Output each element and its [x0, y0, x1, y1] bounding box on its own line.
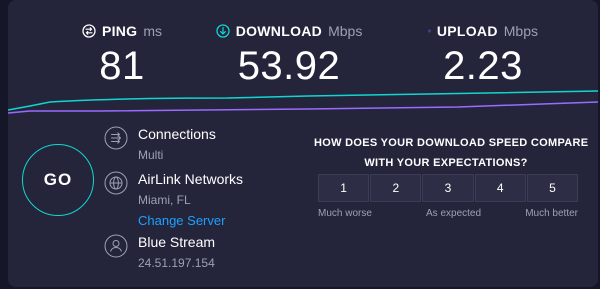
- rating-button-4[interactable]: 4: [474, 174, 526, 202]
- rating-button-2[interactable]: 2: [370, 174, 422, 202]
- ping-icon: [82, 24, 96, 38]
- rating-scale: 1 2 3 4 5: [318, 174, 579, 202]
- upload-metric: UPLOAD Mbps 2.23: [428, 22, 538, 88]
- download-unit: Mbps: [328, 23, 363, 39]
- rating-label-mid: As expected: [426, 208, 482, 219]
- download-arrow-icon: [216, 24, 230, 38]
- go-button-label: GO: [43, 170, 73, 189]
- provider-name: Blue Stream: [138, 234, 216, 250]
- upload-unit: Mbps: [503, 23, 538, 39]
- survey-question-line1: HOW DOES YOUR DOWNLOAD SPEED COMPARE: [314, 137, 589, 149]
- upload-graph-line: [8, 101, 598, 114]
- ping-label: PING: [101, 23, 138, 39]
- download-graph-line: [8, 90, 598, 111]
- survey-question: HOW DOES YOUR DOWNLOAD SPEED COMPARE WIT…: [314, 133, 589, 173]
- rating-button-3[interactable]: 3: [422, 174, 474, 202]
- speedtest-window: PING ms 81 DOWNLOAD Mbps 53.92 UPLOAD Mb…: [0, 0, 600, 289]
- results-panel: PING ms 81 DOWNLOAD Mbps 53.92 UPLOAD Mb…: [8, 0, 598, 287]
- download-header: DOWNLOAD Mbps: [209, 22, 369, 40]
- ping-unit: ms: [143, 23, 163, 39]
- change-server-link[interactable]: Change Server: [138, 213, 225, 228]
- download-metric: DOWNLOAD Mbps 53.92: [209, 22, 369, 88]
- globe-icon: [104, 171, 128, 195]
- upload-header: UPLOAD Mbps: [428, 22, 538, 40]
- download-label: DOWNLOAD: [235, 23, 323, 39]
- server-name: AirLink Networks: [138, 171, 244, 187]
- connections-icon: [104, 126, 128, 150]
- ping-header: PING ms: [72, 22, 172, 40]
- go-button[interactable]: GO: [22, 144, 94, 216]
- provider-ip: 24.51.197.154: [138, 256, 215, 270]
- rating-button-1[interactable]: 1: [318, 174, 370, 202]
- upload-arrow-icon: [428, 29, 431, 33]
- survey-question-line2: WITH YOUR EXPECTATIONS?: [364, 157, 528, 169]
- rating-button-5[interactable]: 5: [526, 174, 579, 202]
- provider-info: Blue Stream 24.51.197.154: [104, 234, 294, 274]
- server-location: Miami, FL: [138, 193, 191, 207]
- connections-info: Connections Multi: [104, 126, 294, 166]
- server-info: AirLink Networks Miami, FL Change Server: [104, 171, 294, 228]
- rating-label-high: Much better: [525, 208, 578, 219]
- user-icon: [104, 234, 128, 258]
- rating-label-low: Much worse: [318, 208, 372, 219]
- ping-metric: PING ms 81: [72, 22, 172, 88]
- connections-value: Multi: [138, 148, 164, 162]
- connections-title: Connections: [138, 126, 216, 142]
- speed-graph: [8, 90, 598, 114]
- upload-label: UPLOAD: [436, 23, 498, 39]
